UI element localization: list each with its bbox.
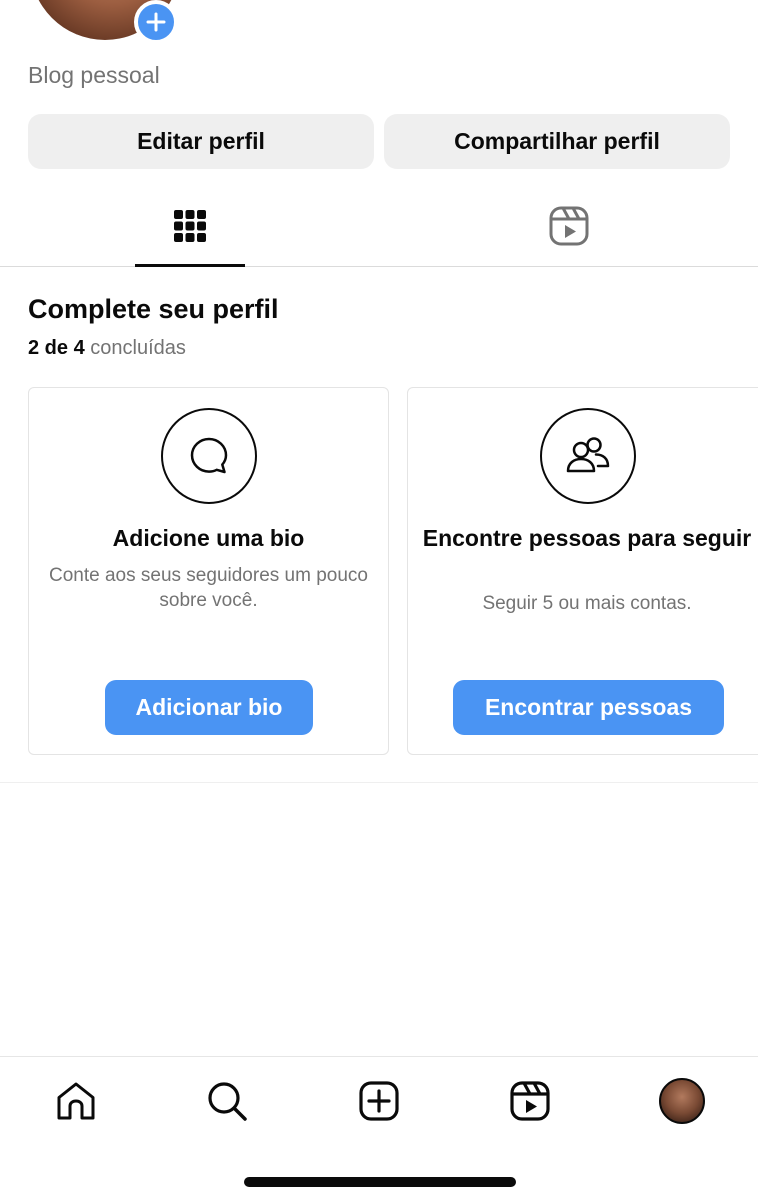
- progress-text: 2 de 4 concluídas: [28, 337, 186, 360]
- active-tab-indicator: [135, 264, 245, 267]
- add-bio-button[interactable]: Adicionar bio: [105, 680, 313, 735]
- find-people-button[interactable]: Encontrar pessoas: [453, 680, 724, 735]
- grid-icon: [174, 210, 206, 242]
- profile-actions: Editar perfil Compartilhar perfil: [28, 114, 730, 169]
- card-icon-circle: [540, 408, 636, 504]
- avatar: [659, 1078, 705, 1124]
- create-icon: [359, 1081, 399, 1121]
- card-find-people: Encontre pessoas para seguir Seguir 5 ou…: [407, 387, 758, 755]
- add-story-button[interactable]: [134, 0, 178, 44]
- card-icon-circle: [161, 408, 257, 504]
- home-icon: [57, 1082, 95, 1120]
- plus-icon: [146, 12, 166, 32]
- nav-home[interactable]: [52, 1077, 100, 1125]
- section-title: Complete seu perfil: [28, 294, 279, 324]
- card-subtitle: Seguir 5 ou mais contas.: [482, 593, 692, 614]
- reels-icon: [510, 1081, 550, 1121]
- speech-bubble-icon: [190, 437, 228, 474]
- nav-search[interactable]: [203, 1077, 251, 1125]
- profile-bio: Blog pessoal: [28, 62, 160, 88]
- card-add-bio: Adicione uma bio Conte aos seus seguidor…: [28, 387, 389, 755]
- people-icon: [566, 437, 610, 473]
- divider: [0, 782, 758, 783]
- nav-reels[interactable]: [506, 1077, 554, 1125]
- home-indicator: [244, 1177, 516, 1187]
- reels-icon: [549, 206, 589, 246]
- card-title: Encontre pessoas para seguir: [422, 525, 752, 551]
- card-title: Adicione uma bio: [112, 525, 305, 551]
- tab-grid[interactable]: [135, 186, 245, 266]
- nav-create[interactable]: [355, 1077, 403, 1125]
- card-subtitle: Conte aos seus seguidores um pouco sobre…: [49, 565, 368, 611]
- profile-tabs: [0, 186, 758, 267]
- nav-profile[interactable]: [658, 1077, 706, 1125]
- share-profile-button[interactable]: Compartilhar perfil: [384, 114, 730, 169]
- progress-count: 2 de 4: [28, 337, 85, 359]
- bottom-nav: [0, 1056, 758, 1147]
- progress-suffix: concluídas: [90, 337, 186, 359]
- edit-profile-button[interactable]: Editar perfil: [28, 114, 374, 169]
- search-icon: [208, 1082, 247, 1121]
- tab-reels[interactable]: [514, 186, 624, 266]
